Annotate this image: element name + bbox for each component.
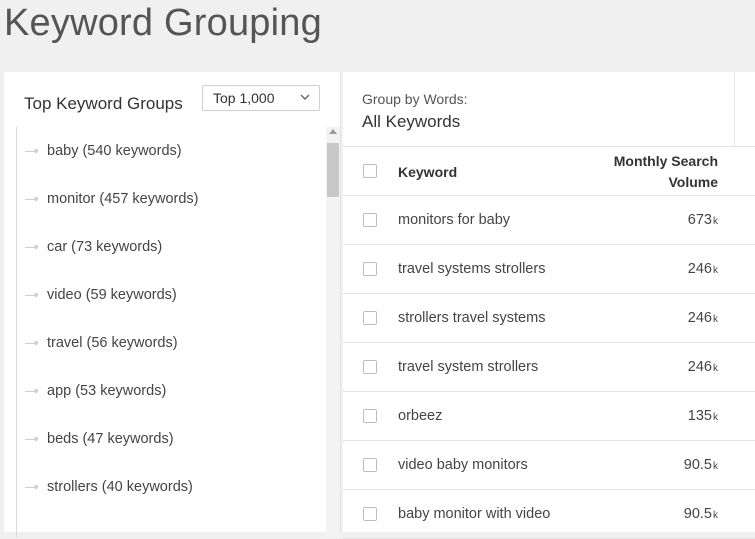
group-item[interactable]: baby (540 keywords): [17, 127, 327, 175]
group-list-scrollbar[interactable]: [326, 127, 340, 537]
row-keyword: orbeez: [398, 408, 443, 424]
row-volume: 90.5k: [684, 457, 718, 473]
group-item-label: strollers (40 keywords): [47, 479, 193, 495]
row-volume: 246k: [688, 310, 718, 326]
row-keyword: baby monitor with video: [398, 506, 551, 522]
table-row[interactable]: orbeez 135k: [343, 392, 755, 441]
volume-unit: k: [713, 265, 718, 276]
volume-number: 90.5: [683, 506, 712, 522]
volume-number: 673: [687, 212, 712, 228]
volume-number: 246: [687, 310, 712, 326]
tree-node-icon: [34, 293, 38, 297]
header-side-strip: [735, 72, 755, 147]
volume-number: 246: [687, 261, 712, 277]
row-volume: 673k: [688, 212, 718, 228]
volume-header-line1: Monthly Search: [613, 153, 718, 169]
row-checkbox[interactable]: [363, 507, 377, 521]
keyword-groups-title: Top Keyword Groups: [24, 94, 183, 113]
table-row[interactable]: travel systems strollers 246k: [343, 245, 755, 294]
group-item-label: monitor (457 keywords): [47, 191, 199, 207]
tree-node-icon: [34, 245, 38, 249]
column-header-volume[interactable]: Monthly Search Volume: [578, 151, 718, 193]
row-volume: 90.5k: [684, 506, 718, 522]
row-checkbox[interactable]: [363, 262, 377, 276]
keyword-groups-panel: Top Keyword Groups Top 1,000 baby (540 k…: [4, 72, 341, 537]
row-checkbox[interactable]: [363, 213, 377, 227]
keyword-table-panel: Group by Words: All Keywords Keyword Mon…: [343, 72, 755, 539]
column-header-keyword[interactable]: Keyword: [398, 164, 457, 180]
scroll-up-arrow-icon[interactable]: [329, 129, 337, 134]
row-checkbox[interactable]: [363, 311, 377, 325]
tree-node-icon: [34, 341, 38, 345]
table-header: Keyword Monthly Search Volume: [343, 147, 755, 196]
volume-number: 246: [687, 359, 712, 375]
row-checkbox[interactable]: [363, 458, 377, 472]
row-volume: 135k: [688, 408, 718, 424]
row-volume: 246k: [688, 359, 718, 375]
group-item[interactable]: monitor (457 keywords): [17, 175, 327, 223]
volume-unit: k: [713, 216, 718, 227]
volume-header-line2: Volume: [668, 174, 718, 190]
group-by-header: Group by Words: All Keywords: [343, 72, 735, 147]
row-checkbox[interactable]: [363, 360, 377, 374]
group-item[interactable]: travel (56 keywords): [17, 319, 327, 367]
keyword-group-list: baby (540 keywords) monitor (457 keyword…: [16, 127, 327, 537]
table-row[interactable]: baby monitor with video 90.5k: [343, 490, 755, 539]
volume-number: 135: [687, 408, 712, 424]
row-keyword: monitors for baby: [398, 212, 511, 228]
tree-node-icon: [34, 197, 38, 201]
select-all-checkbox[interactable]: [363, 164, 377, 178]
chevron-down-icon: [300, 94, 310, 100]
row-volume: 246k: [688, 261, 718, 277]
group-item[interactable]: video (59 keywords): [17, 271, 327, 319]
tree-node-icon: [34, 389, 38, 393]
page-title: Keyword Grouping: [4, 2, 322, 44]
table-row[interactable]: monitors for baby 673k: [343, 196, 755, 245]
group-item[interactable]: strollers (40 keywords): [17, 463, 327, 511]
group-item-label: baby (540 keywords): [47, 143, 182, 159]
top-count-value: Top 1,000: [213, 90, 275, 106]
tree-node-icon: [34, 149, 38, 153]
top-count-select[interactable]: Top 1,000: [202, 85, 320, 111]
group-item-label: car (73 keywords): [47, 239, 163, 255]
volume-unit: k: [713, 412, 718, 423]
volume-number: 90.5: [683, 457, 712, 473]
group-item[interactable]: car (73 keywords): [17, 223, 327, 271]
group-item[interactable]: beds (47 keywords): [17, 415, 327, 463]
group-item[interactable]: app (53 keywords): [17, 367, 327, 415]
group-item-label: app (53 keywords): [47, 383, 167, 399]
volume-unit: k: [713, 363, 718, 374]
volume-unit: k: [713, 314, 718, 325]
table-row[interactable]: video baby monitors 90.5k: [343, 441, 755, 490]
row-keyword: strollers travel systems: [398, 310, 546, 326]
group-by-value: All Keywords: [362, 112, 461, 131]
tree-node-icon: [34, 437, 38, 441]
row-keyword: travel systems strollers: [398, 261, 546, 277]
tree-node-icon: [34, 485, 38, 489]
volume-unit: k: [713, 461, 718, 472]
group-by-label: Group by Words:: [362, 91, 468, 107]
row-checkbox[interactable]: [363, 409, 377, 423]
group-item-label: video (59 keywords): [47, 287, 177, 303]
volume-unit: k: [713, 510, 718, 521]
table-row[interactable]: travel system strollers 246k: [343, 343, 755, 392]
row-keyword: travel system strollers: [398, 359, 539, 375]
row-keyword: video baby monitors: [398, 457, 528, 473]
scrollbar-thumb[interactable]: [327, 143, 339, 197]
group-item-label: beds (47 keywords): [47, 431, 174, 447]
group-item-label: travel (56 keywords): [47, 335, 178, 351]
table-row[interactable]: strollers travel systems 246k: [343, 294, 755, 343]
